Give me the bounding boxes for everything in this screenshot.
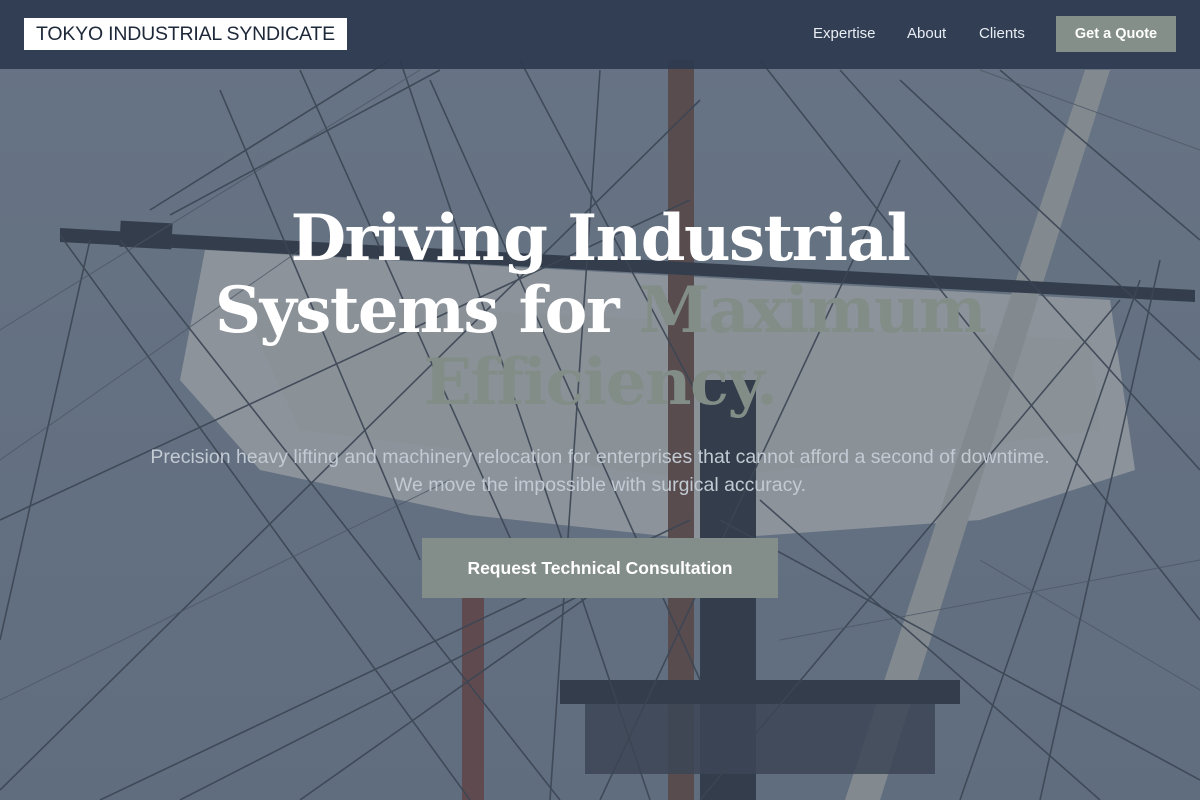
nav-link-about[interactable]: About [907,24,946,44]
headline-line-2: Systems for Maximum [100,275,1100,347]
nav-link-expertise[interactable]: Expertise [813,24,876,44]
headline-accent-word: Maximum [638,273,987,348]
request-consultation-button[interactable]: Request Technical Consultation [422,538,778,598]
hero-headline: Driving Industrial Systems for Maximum E… [100,203,1100,419]
brand-logo[interactable]: TOKYO INDUSTRIAL SYNDICATE [24,18,347,50]
headline-line-1: Driving Industrial [290,201,911,276]
hero-subtitle: Precision heavy lifting and machinery re… [150,446,1050,496]
headline-plain-text: Systems for [214,273,639,348]
nav-link-clients[interactable]: Clients [979,24,1025,44]
headline-line-3: Efficiency. [423,345,778,420]
get-a-quote-button[interactable]: Get a Quote [1056,16,1176,52]
site-header: TOKYO INDUSTRIAL SYNDICATE Expertise Abo… [0,0,1200,69]
